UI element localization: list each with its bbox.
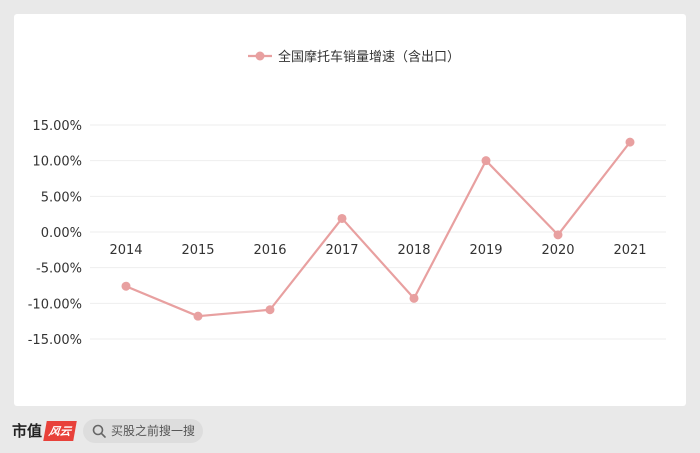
x-tick-label: 2018 — [397, 243, 430, 258]
y-tick-label: 10.00% — [32, 155, 82, 170]
y-tick-label: -10.00% — [28, 297, 82, 312]
line-chart: 15.00% 10.00% 5.00% 0.00% -5.00% -10.00% -15.0… — [28, 49, 666, 348]
y-tick-label: -15.00% — [28, 333, 82, 348]
x-tick-label: 2016 — [253, 243, 286, 258]
brand-name: 市值 — [12, 422, 43, 440]
search-box[interactable]: 买股之前搜一搜 — [83, 418, 204, 443]
y-tick-label: 5.00% — [41, 190, 82, 205]
data-point — [265, 305, 275, 315]
footer-bar: 市值 风云 买股之前搜一搜 — [0, 408, 700, 453]
legend-marker — [255, 51, 265, 61]
brand-logo: 市值 风云 — [12, 420, 77, 441]
brand-mark-icon: 风云 — [43, 420, 77, 441]
legend-label: 全国摩托车销量增速（含出口） — [278, 49, 460, 65]
data-point — [553, 230, 563, 240]
data-point — [193, 311, 203, 321]
y-tick-label: 0.00% — [41, 226, 82, 241]
data-point — [481, 156, 491, 166]
search-icon — [92, 424, 106, 438]
x-tick-label: 2021 — [613, 243, 646, 258]
x-tick-label: 2019 — [469, 243, 502, 258]
data-point — [409, 293, 419, 303]
chart-card: 15.00% 10.00% 5.00% 0.00% -5.00% -10.00% -15.0… — [14, 14, 686, 406]
x-tick-label: 2014 — [109, 243, 142, 258]
y-tick-label: 15.00% — [32, 119, 82, 134]
data-point — [625, 137, 635, 147]
search-placeholder: 买股之前搜一搜 — [111, 424, 196, 438]
series-line — [125, 141, 631, 318]
x-tick-label: 2020 — [541, 243, 574, 258]
x-tick-label: 2015 — [181, 243, 214, 258]
data-point — [337, 213, 347, 223]
x-tick-label: 2017 — [325, 243, 358, 258]
data-point — [121, 281, 131, 291]
y-tick-label: -5.00% — [36, 262, 82, 277]
